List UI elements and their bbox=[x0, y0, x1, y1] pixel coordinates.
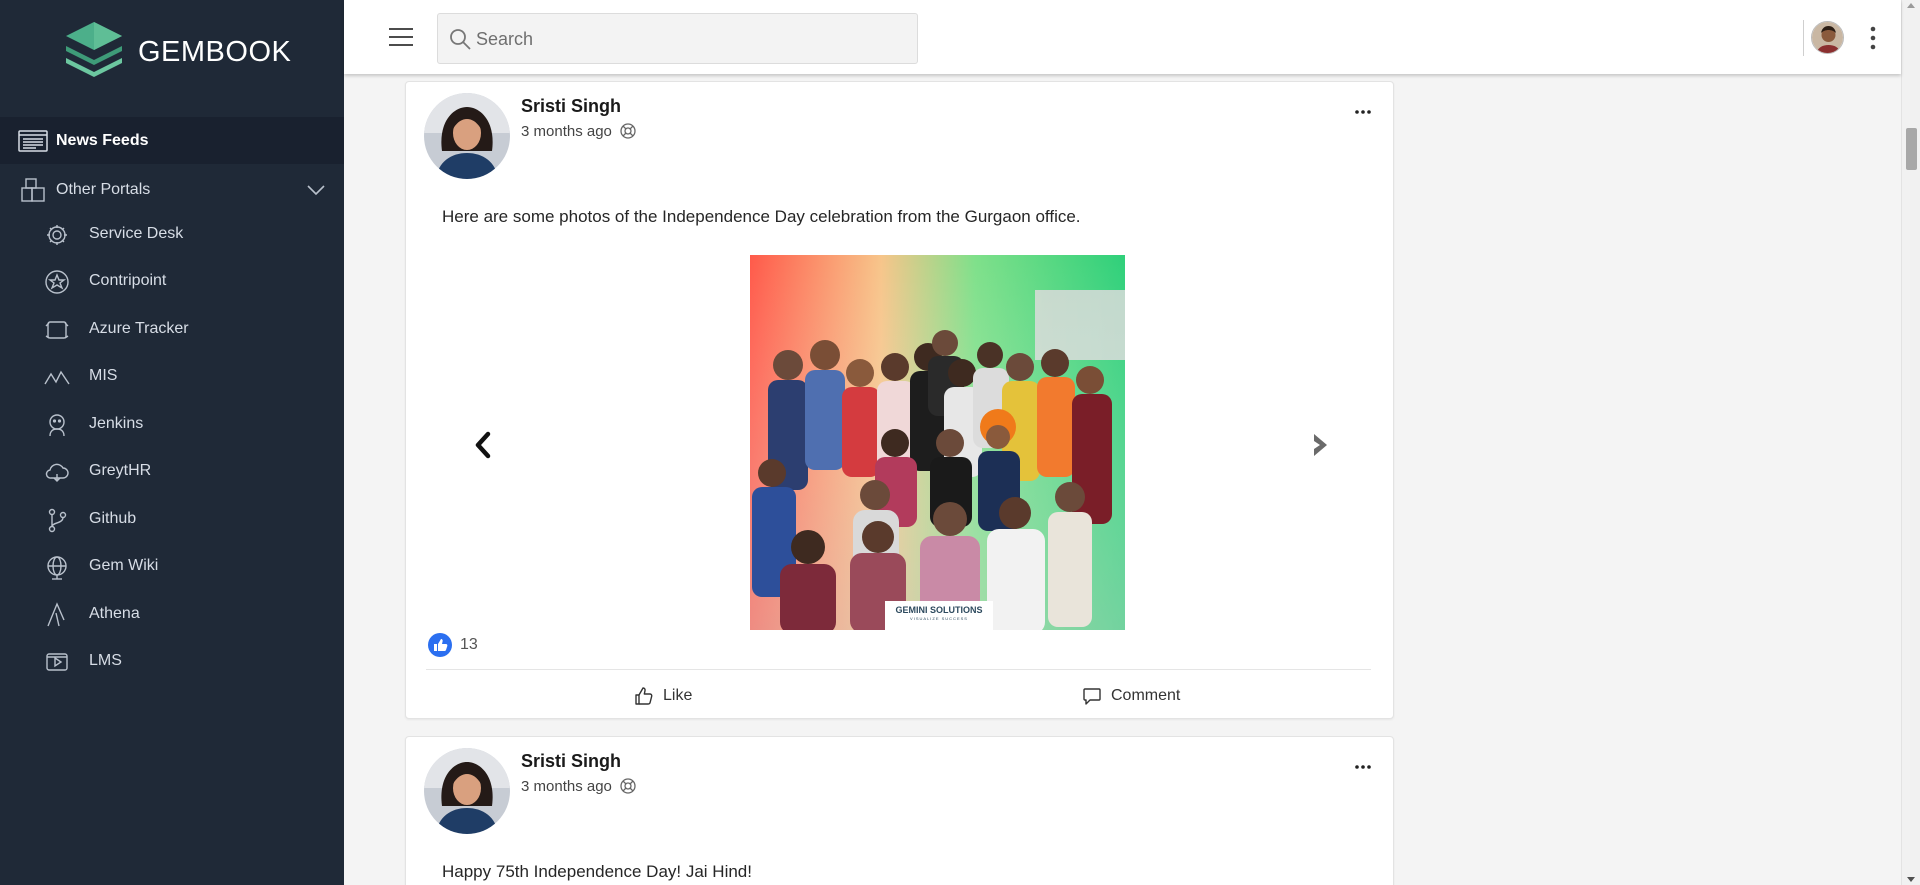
sidebar-item-label: GreytHR bbox=[89, 462, 152, 479]
chevron-left-icon[interactable] bbox=[472, 430, 494, 460]
comment-icon bbox=[1083, 688, 1101, 705]
thumbs-up-icon bbox=[635, 687, 653, 705]
sidebar-item-service-desk[interactable]: Service Desk bbox=[0, 212, 344, 256]
sidebar-item-lms[interactable]: LMS bbox=[0, 639, 344, 683]
sidebar-item-label: Gem Wiki bbox=[89, 557, 159, 574]
sidebar-item-label: Athena bbox=[89, 605, 140, 622]
cloud-icon bbox=[45, 463, 69, 482]
post-options-icon[interactable] bbox=[1352, 763, 1374, 771]
gembook-logo-icon bbox=[66, 22, 122, 77]
page-scrollbar[interactable] bbox=[1901, 0, 1920, 885]
athena-icon bbox=[47, 602, 65, 627]
git-branch-icon bbox=[48, 508, 67, 533]
more-vertical-icon[interactable] bbox=[1866, 24, 1880, 52]
post-text: Happy 75th Independence Day! Jai Hind! bbox=[442, 862, 752, 881]
scroll-down-arrow-icon[interactable] bbox=[1907, 877, 1915, 882]
sidebar-item-label: Jenkins bbox=[89, 415, 144, 432]
badge-star-icon bbox=[45, 270, 69, 294]
scroll-up-arrow-icon[interactable] bbox=[1907, 3, 1915, 8]
sidebar-item-greythr[interactable]: GreytHR bbox=[0, 449, 344, 493]
watermark-tagline: VISUALIZE SUCCESS bbox=[910, 616, 968, 621]
sidebar-item-azure-tracker[interactable]: Azure Tracker bbox=[0, 307, 344, 351]
sidebar-item-label: LMS bbox=[89, 652, 122, 669]
chart-line-icon bbox=[44, 370, 70, 385]
sidebar-item-contripoint[interactable]: Contripoint bbox=[0, 259, 344, 303]
privacy-icon bbox=[620, 778, 636, 794]
sidebar-item-gem-wiki[interactable]: Gem Wiki bbox=[0, 544, 344, 588]
author-avatar[interactable] bbox=[424, 748, 510, 834]
feed-post: Sristi Singh 3 months ago Happy 75th Ind… bbox=[405, 736, 1394, 885]
post-text: Here are some photos of the Independence… bbox=[442, 207, 1081, 226]
like-button[interactable]: Like bbox=[634, 682, 692, 710]
like-reaction-icon bbox=[428, 633, 452, 657]
sidebar-item-label: Contripoint bbox=[89, 272, 167, 289]
comment-button[interactable]: Comment bbox=[1082, 682, 1180, 710]
author-avatar[interactable] bbox=[424, 93, 510, 179]
portals-icon bbox=[21, 178, 45, 202]
sidebar-item-mis[interactable]: MIS bbox=[0, 354, 344, 398]
reactions-summary[interactable]: 13 bbox=[428, 632, 478, 658]
post-timestamp: 3 months ago bbox=[521, 777, 612, 795]
search-icon bbox=[450, 29, 471, 50]
like-count: 13 bbox=[460, 636, 478, 653]
sidebar-group-label: Other Portals bbox=[56, 181, 151, 198]
sidebar-item-label: News Feeds bbox=[56, 131, 149, 149]
user-avatar[interactable] bbox=[1811, 21, 1844, 54]
comment-label: Comment bbox=[1111, 687, 1181, 704]
sidebar-item-news-feeds[interactable]: News Feeds bbox=[0, 117, 344, 164]
top-bar bbox=[344, 0, 1901, 74]
post-author-name[interactable]: Sristi Singh bbox=[521, 96, 621, 117]
chevron-right-icon[interactable] bbox=[1309, 430, 1331, 460]
like-label: Like bbox=[663, 687, 693, 704]
sidebar-item-label: Service Desk bbox=[89, 225, 184, 242]
sidebar-item-label: Azure Tracker bbox=[89, 320, 189, 337]
sidebar-item-github[interactable]: Github bbox=[0, 497, 344, 541]
post-options-icon[interactable] bbox=[1352, 108, 1374, 116]
sidebar-item-label: MIS bbox=[89, 367, 118, 384]
privacy-icon bbox=[620, 123, 636, 139]
brand-name: GEMBOOK bbox=[138, 35, 292, 68]
search-box bbox=[437, 13, 918, 64]
post-author-name[interactable]: Sristi Singh bbox=[521, 751, 621, 772]
brand[interactable]: GEMBOOK bbox=[60, 18, 291, 86]
news-feed-icon bbox=[18, 130, 48, 152]
chevron-down-icon[interactable] bbox=[306, 182, 326, 198]
tracker-icon bbox=[45, 321, 69, 339]
jenkins-icon bbox=[49, 414, 65, 437]
sidebar-group-other-portals[interactable]: Other Portals bbox=[0, 168, 344, 212]
globe-icon bbox=[47, 556, 67, 580]
feed-post: Sristi Singh 3 months ago Here are some … bbox=[405, 81, 1394, 719]
watermark-title: GEMINI SOLUTIONS bbox=[895, 605, 983, 615]
video-icon bbox=[46, 653, 68, 671]
search-input[interactable] bbox=[476, 24, 906, 54]
post-meta: 3 months ago bbox=[521, 122, 637, 140]
gear-icon bbox=[47, 225, 67, 245]
sidebar: GEMBOOK News Feeds Other Portals Service… bbox=[0, 0, 344, 885]
post-divider bbox=[426, 669, 1371, 670]
header-divider bbox=[1803, 20, 1804, 56]
photo-watermark: GEMINI SOLUTIONS VISUALIZE SUCCESS bbox=[885, 601, 993, 630]
sidebar-item-label: Github bbox=[89, 510, 137, 527]
hamburger-menu-icon[interactable] bbox=[388, 26, 414, 48]
post-photo[interactable]: GEMINI SOLUTIONS VISUALIZE SUCCESS bbox=[750, 255, 1125, 630]
sidebar-item-athena[interactable]: Athena bbox=[0, 592, 344, 636]
scrollbar-thumb[interactable] bbox=[1906, 128, 1917, 170]
sidebar-item-jenkins[interactable]: Jenkins bbox=[0, 402, 344, 446]
post-meta: 3 months ago bbox=[521, 777, 637, 795]
post-timestamp: 3 months ago bbox=[521, 122, 612, 140]
